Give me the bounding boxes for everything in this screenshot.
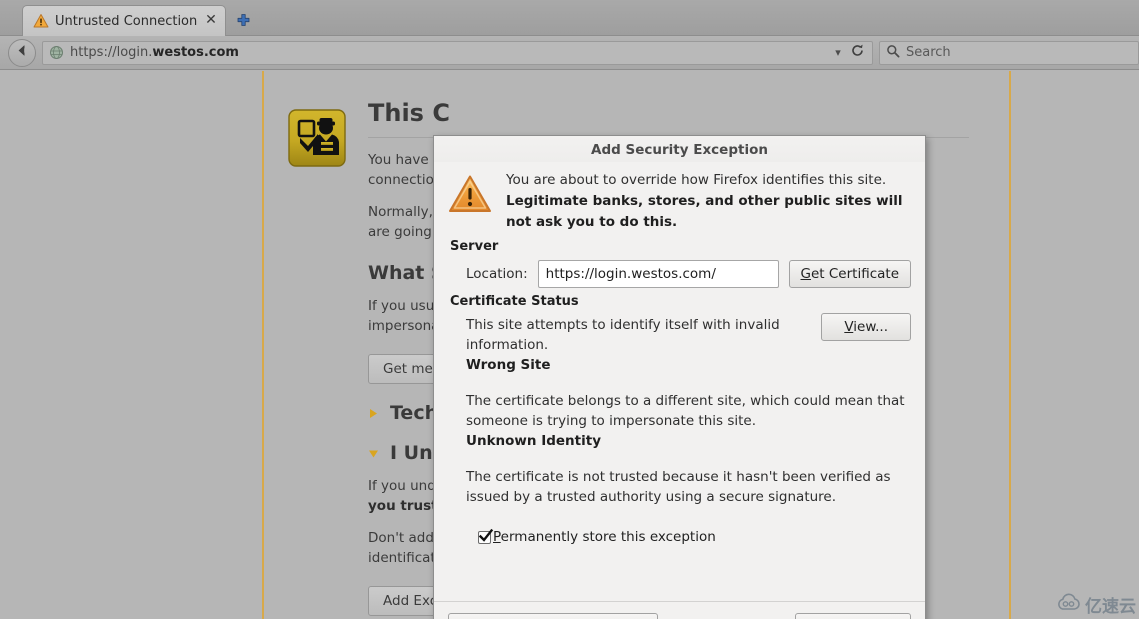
triangle-right-icon <box>368 404 382 423</box>
reload-icon <box>850 43 865 62</box>
status-description: This site attempts to identify itself wi… <box>466 317 780 353</box>
cloud-icon <box>1056 593 1082 616</box>
url-domain: westos.com <box>152 45 239 60</box>
view-certificate-button[interactable]: View... <box>821 313 911 341</box>
certificate-status-row: This site attempts to identify itself wi… <box>466 313 911 375</box>
chevron-down-icon[interactable]: ▾ <box>830 46 846 59</box>
certificate-status-heading: Certificate Status <box>450 294 579 309</box>
cancel-button[interactable]: Cancel <box>795 613 911 619</box>
dialog-title: Add Security Exception <box>434 136 925 162</box>
certificate-guard-icon <box>288 109 350 171</box>
dialog-warning-texts: You are about to override how Firefox id… <box>506 170 911 233</box>
paragraph-2-line-1: Normally, <box>368 204 433 220</box>
issue-2-body: The certificate is not trusted because i… <box>466 469 891 505</box>
page-viewport: This C You have a connectio Normally, ar… <box>0 71 1139 619</box>
permanently-store-checkbox[interactable]: Permanently store this exception <box>478 528 911 545</box>
watermark: 亿速云 <box>1056 592 1136 617</box>
warning-triangle-icon <box>33 13 49 29</box>
add-security-exception-dialog: Add Security Exception You are about to … <box>433 135 926 619</box>
browser-tab[interactable]: Untrusted Connection ✕ <box>22 5 226 36</box>
navigation-toolbar: https://login.westos.com ▾ Search <box>0 36 1139 70</box>
tab-strip: Untrusted Connection ✕ <box>0 0 1139 36</box>
issue-1-body: The certificate belongs to a different s… <box>466 393 905 429</box>
issue-2-paragraph: The certificate is not trusted because i… <box>466 467 911 507</box>
issue-2-heading: Unknown Identity <box>466 433 602 449</box>
get-certificate-button[interactable]: Get Certificate <box>788 260 911 288</box>
paragraph-1-line-1: You have a <box>368 152 442 168</box>
back-button[interactable] <box>8 38 36 67</box>
new-tab-button[interactable] <box>232 10 254 32</box>
certificate-status-text: This site attempts to identify itself wi… <box>466 315 809 375</box>
search-placeholder: Search <box>906 45 951 60</box>
issue-1-heading: Wrong Site <box>466 357 551 373</box>
paragraph-4-line-1: If you und <box>368 478 436 494</box>
checkbox-box[interactable] <box>478 528 494 544</box>
paragraph-2-line-2: are going <box>368 224 432 240</box>
url-bar[interactable]: https://login.westos.com ▾ <box>42 40 873 65</box>
browser-window: Untrusted Connection ✕ https://login.wes… <box>0 0 1139 619</box>
tab-title: Untrusted Connection <box>55 13 198 29</box>
issue-1-paragraph: The certificate belongs to a different s… <box>466 391 911 451</box>
watermark-text: 亿速云 <box>1085 597 1136 617</box>
location-label: Location: <box>466 266 528 282</box>
paragraph-3-line-1: If you usu <box>368 298 435 314</box>
paragraph-3-line-2: impersona <box>368 318 440 334</box>
warning-line-1: You are about to override how Firefox id… <box>506 172 887 188</box>
close-icon[interactable]: ✕ <box>203 13 219 29</box>
confirm-security-exception-button[interactable]: Confirm Security Exception <box>448 613 658 619</box>
location-row: Location: https://login.westos.com/ Get … <box>466 260 911 288</box>
dialog-button-row: Confirm Security Exception Cancel <box>434 601 925 619</box>
page-title: This C <box>368 99 969 138</box>
paragraph-4-line-2: you trust <box>368 498 438 514</box>
globe-icon <box>49 45 65 61</box>
server-heading: Server <box>450 239 499 254</box>
warning-line-2: Legitimate banks, stores, and other publ… <box>506 193 903 230</box>
paragraph-1-line-2: connectio <box>368 172 434 188</box>
back-arrow-icon <box>14 42 31 63</box>
url-text: https://login.westos.com <box>70 45 830 60</box>
location-input[interactable]: https://login.westos.com/ <box>537 260 779 288</box>
triangle-down-icon <box>368 444 382 463</box>
paragraph-5-line-1: Don't add <box>368 530 434 546</box>
warning-triangle-icon <box>448 174 494 218</box>
checkbox-label: Permanently store this exception <box>493 529 716 545</box>
search-bar[interactable]: Search <box>879 40 1139 65</box>
reload-button[interactable] <box>846 43 868 62</box>
dialog-content: You are about to override how Firefox id… <box>434 162 925 545</box>
search-icon <box>886 43 900 62</box>
url-prefix: https://login. <box>70 45 153 60</box>
plus-icon <box>235 13 252 30</box>
dialog-warning: You are about to override how Firefox id… <box>448 170 911 233</box>
